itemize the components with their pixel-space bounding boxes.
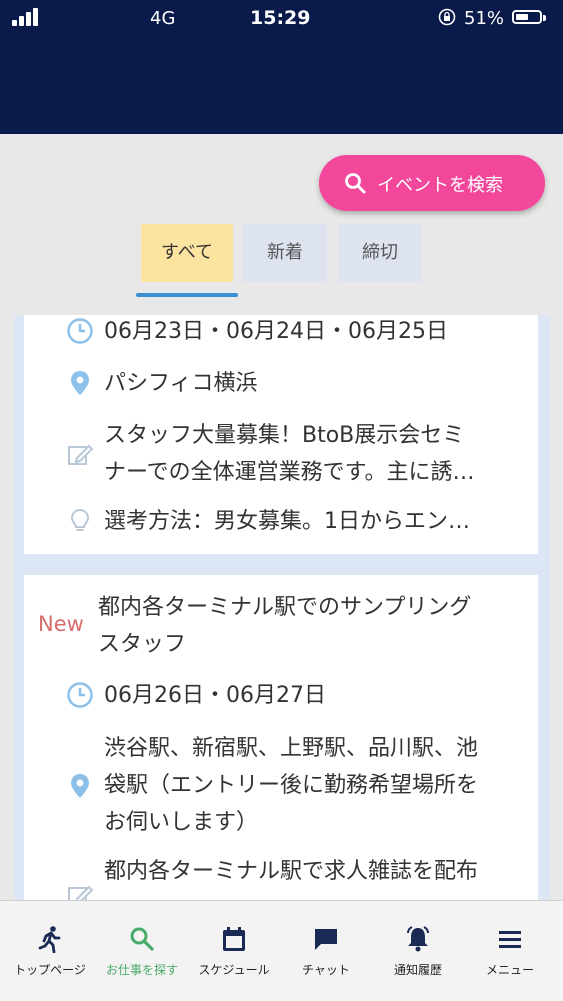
nav-chat[interactable]: チャット bbox=[279, 901, 373, 1001]
event-dates: 06月26日・06月27日 bbox=[104, 683, 326, 708]
event-list: 06月23日・06月24日・06月25日 パシフィコ横浜 スタッフ大量募集！Bt… bbox=[14, 315, 550, 900]
event-description-line: ナーでの全体運営業務です。主に誘… bbox=[104, 460, 475, 485]
tab-deadline[interactable]: 締切 bbox=[338, 224, 422, 282]
event-selection-method: 選考方法：男女募集。1日からエン… bbox=[104, 509, 470, 534]
nav-find-jobs[interactable]: お仕事を探す bbox=[95, 901, 189, 1001]
event-search-label: イベントを検索 bbox=[377, 175, 503, 196]
lightbulb-icon bbox=[70, 508, 90, 531]
nav-notifications[interactable]: 通知履歴 bbox=[371, 901, 465, 1001]
event-description: 都内各ターミナル駅で求人雑誌を配布 bbox=[104, 859, 479, 884]
tab-new[interactable]: 新着 bbox=[243, 224, 327, 282]
event-location-line: お伺いします） bbox=[104, 810, 259, 835]
signal-icon bbox=[12, 8, 44, 26]
bottom-nav: トップページ お仕事を探す スケジュール チャット 通知履歴 メニュー bbox=[0, 900, 563, 1001]
event-dates: 06月23日・06月24日・06月25日 bbox=[104, 319, 448, 344]
nav-label: トップページ bbox=[14, 963, 86, 977]
clock-icon bbox=[67, 318, 93, 344]
event-location-line: 袋駅（エントリー後に勤務希望場所を bbox=[104, 773, 479, 798]
nav-label: チャット bbox=[302, 963, 350, 977]
event-location: パシフィコ横浜 bbox=[104, 371, 258, 396]
clock-icon bbox=[67, 682, 93, 708]
active-tab-indicator bbox=[136, 293, 238, 297]
hamburger-icon bbox=[499, 931, 521, 948]
app-header: 4G 15:29 51% bbox=[0, 0, 563, 134]
edit-icon bbox=[68, 444, 94, 465]
event-title-line: 都内各ターミナル駅でのサンプリング bbox=[98, 595, 472, 620]
search-icon bbox=[345, 173, 366, 194]
event-description-line: スタッフ大量募集！BtoB展示会セミ bbox=[104, 423, 465, 448]
nav-menu[interactable]: メニュー bbox=[463, 901, 557, 1001]
event-card[interactable]: New 都内各ターミナル駅でのサンプリング スタッフ 06月26日・06月27日… bbox=[24, 575, 538, 900]
tab-all[interactable]: すべて bbox=[141, 224, 233, 282]
nav-label: メニュー bbox=[485, 963, 534, 977]
carrier-label: 4G bbox=[150, 8, 176, 29]
event-location-line: 渋谷駅、新宿駅、上野駅、品川駅、池 bbox=[104, 736, 479, 761]
filter-tabs: すべて 新着 締切 bbox=[0, 224, 563, 299]
status-bar: 4G 15:29 51% bbox=[0, 0, 563, 36]
rotation-lock-icon bbox=[438, 8, 456, 26]
edit-icon bbox=[68, 885, 94, 900]
calendar-icon bbox=[223, 927, 245, 951]
event-title-line: スタッフ bbox=[98, 632, 187, 657]
search-icon bbox=[130, 927, 154, 951]
main-content: イベントを検索 すべて 新着 締切 06月23日・06月24日・06月25日 パ… bbox=[0, 134, 563, 900]
nav-top-page[interactable]: トップページ bbox=[3, 901, 97, 1001]
nav-label: 通知履歴 bbox=[393, 963, 442, 977]
nav-schedule[interactable]: スケジュール bbox=[187, 901, 281, 1001]
event-search-button[interactable]: イベントを検索 bbox=[319, 155, 545, 211]
nav-label: お仕事を探す bbox=[105, 963, 178, 977]
battery-percent: 51% bbox=[464, 8, 505, 29]
runner-icon bbox=[38, 926, 61, 953]
nav-label: スケジュール bbox=[198, 963, 270, 977]
chat-icon bbox=[315, 929, 337, 950]
map-pin-icon bbox=[71, 371, 89, 395]
battery-icon bbox=[512, 10, 546, 24]
bell-icon bbox=[407, 926, 429, 952]
event-card[interactable]: 06月23日・06月24日・06月25日 パシフィコ横浜 スタッフ大量募集！Bt… bbox=[24, 315, 538, 554]
map-pin-icon bbox=[71, 774, 89, 798]
new-badge: New bbox=[38, 612, 84, 636]
clock: 15:29 bbox=[250, 7, 311, 29]
